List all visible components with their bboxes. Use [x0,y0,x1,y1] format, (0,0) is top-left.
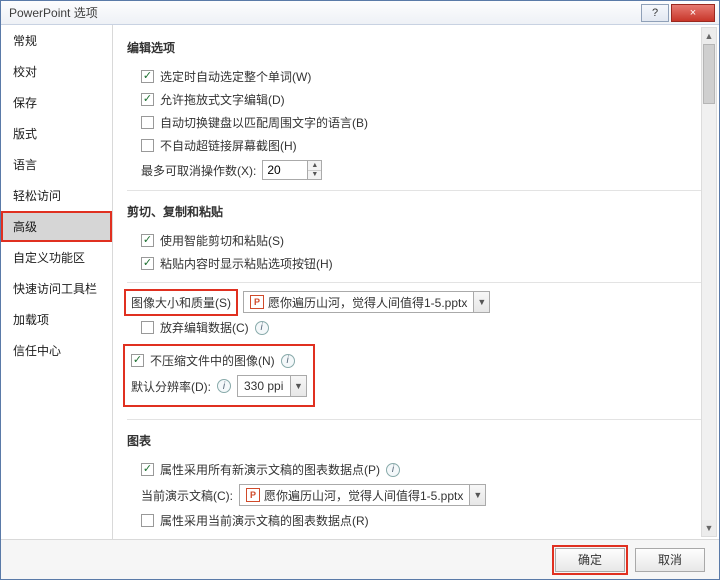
chevron-down-icon[interactable]: ▼ [290,376,306,396]
image-target-file: 愿你遍历山河，觉得人间值得1-5.pptx [268,294,467,311]
section-image-title: 图像大小和质量(S) [127,292,235,313]
checkbox-chart-current[interactable] [141,514,154,527]
sidebar-item-customize-ribbon[interactable]: 自定义功能区 [1,242,112,273]
vertical-scrollbar[interactable]: ▲ ▼ [701,27,717,537]
sidebar-item-save[interactable]: 保存 [1,87,112,118]
checkbox-select-word[interactable]: ✓ [141,70,154,83]
sidebar-item-language[interactable]: 语言 [1,149,112,180]
image-resolution-group: ✓ 不压缩文件中的图像(N) i 默认分辨率(D): i 330 ppi ▼ [123,344,315,407]
sidebar-item-proofing[interactable]: 校对 [1,56,112,87]
chevron-down-icon[interactable]: ▼ [469,485,485,505]
label-undo-count: 最多可取消操作数(X): [141,162,256,179]
scroll-up-icon[interactable]: ▲ [702,28,716,44]
label-discard-edit: 放弃编辑数据(C) [160,319,249,336]
sidebar-item-qat[interactable]: 快速访问工具栏 [1,273,112,304]
section-editing-title: 编辑选项 [127,33,703,66]
checkbox-paste-options[interactable]: ✓ [141,257,154,270]
checkbox-no-hyperlink-screenshot[interactable] [141,139,154,152]
options-dialog: PowerPoint 选项 ? × 常规 校对 保存 版式 语言 轻松访问 高级… [0,0,720,580]
default-resolution-value: 330 ppi [238,376,290,396]
info-icon[interactable]: i [281,354,295,368]
main-panel: 编辑选项 ✓ 选定时自动选定整个单词(W) ✓ 允许拖放式文字编辑(D) 自动切… [113,25,719,539]
chevron-down-icon[interactable]: ▼ [473,292,489,312]
label-no-compress: 不压缩文件中的图像(N) [150,352,275,369]
checkbox-no-compress[interactable]: ✓ [131,354,144,367]
sidebar-item-trust[interactable]: 信任中心 [1,335,112,366]
powerpoint-icon: P [250,295,264,309]
checkbox-discard-edit[interactable] [141,321,154,334]
ok-button[interactable]: 确定 [555,548,625,572]
info-icon[interactable]: i [217,379,231,393]
titlebar: PowerPoint 选项 ? × [1,1,719,25]
current-pres-file: 愿你遍历山河，觉得人间值得1-5.pptx [264,487,463,504]
info-icon[interactable]: i [255,321,269,335]
checkbox-chart-all[interactable]: ✓ [141,463,154,476]
label-current-pres: 当前演示文稿(C): [141,487,233,504]
label-chart-current: 属性采用当前演示文稿的图表数据点(R) [160,512,369,529]
sidebar-item-ease[interactable]: 轻松访问 [1,180,112,211]
label-chart-all: 属性采用所有新演示文稿的图表数据点(P) [160,461,380,478]
sidebar-item-addins[interactable]: 加载项 [1,304,112,335]
label-default-resolution: 默认分辨率(D): [131,378,211,395]
cancel-button[interactable]: 取消 [635,548,705,572]
sidebar-item-advanced[interactable]: 高级 [1,211,112,242]
sidebar-item-layout[interactable]: 版式 [1,118,112,149]
spin-down-icon[interactable]: ▼ [308,171,321,180]
sidebar: 常规 校对 保存 版式 语言 轻松访问 高级 自定义功能区 快速访问工具栏 加载… [1,25,113,539]
label-smart-cutpaste: 使用智能剪切和粘贴(S) [160,232,284,249]
powerpoint-icon: P [246,488,260,502]
window-title: PowerPoint 选项 [9,4,639,21]
info-icon[interactable]: i [386,463,400,477]
label-drag-drop: 允许拖放式文字编辑(D) [160,91,285,108]
section-cutpaste-title: 剪切、复制和粘贴 [127,197,703,230]
label-no-hyperlink-screenshot: 不自动超链接屏幕截图(H) [160,137,297,154]
label-paste-options: 粘贴内容时显示粘贴选项按钮(H) [160,255,333,272]
scroll-track[interactable] [702,44,716,520]
section-chart-title: 图表 [127,426,703,459]
undo-count-input[interactable] [263,161,307,179]
undo-count-spinner[interactable]: ▲▼ [262,160,322,180]
image-target-combo[interactable]: P 愿你遍历山河，觉得人间值得1-5.pptx ▼ [243,291,490,313]
close-button[interactable]: × [671,4,715,22]
scroll-down-icon[interactable]: ▼ [702,520,716,536]
checkbox-auto-keyboard[interactable] [141,116,154,129]
scroll-thumb[interactable] [703,44,715,104]
label-select-word: 选定时自动选定整个单词(W) [160,68,311,85]
default-resolution-combo[interactable]: 330 ppi ▼ [237,375,307,397]
help-button[interactable]: ? [641,4,669,22]
dialog-footer: 确定 取消 [1,539,719,579]
checkbox-drag-drop[interactable]: ✓ [141,93,154,106]
sidebar-item-general[interactable]: 常规 [1,25,112,56]
checkbox-smart-cutpaste[interactable]: ✓ [141,234,154,247]
label-auto-keyboard: 自动切换键盘以匹配周围文字的语言(B) [160,114,368,131]
spin-up-icon[interactable]: ▲ [308,161,321,171]
current-pres-combo[interactable]: P 愿你遍历山河，觉得人间值得1-5.pptx ▼ [239,484,486,506]
